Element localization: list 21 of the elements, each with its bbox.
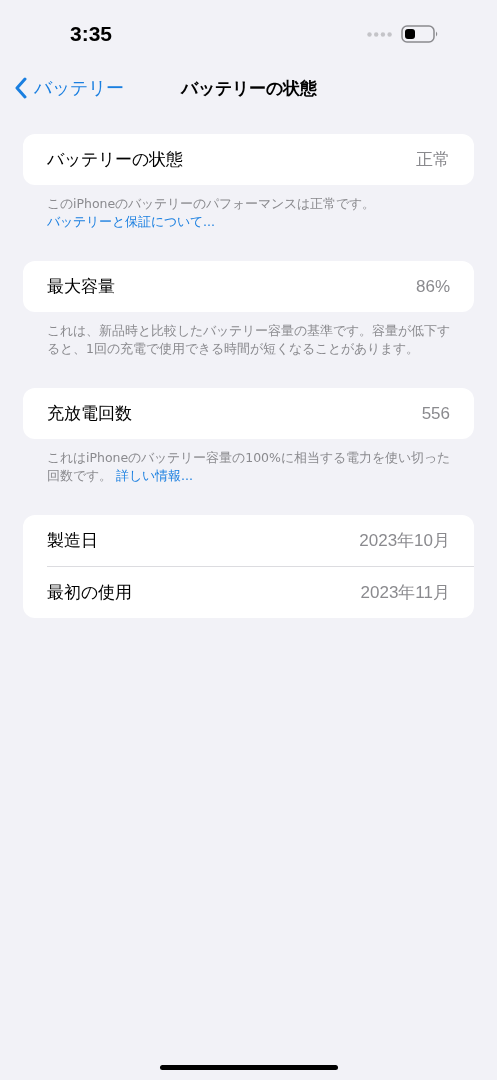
footer-text: これは、新品時と比較したバッテリー容量の基準です。容量が低下すると、1回の充電で使用できる時間が短くなることがあります。 [46,322,451,358]
battery-icon [401,25,439,43]
info-link[interactable]: バッテリーと保証について... [47,214,215,229]
row-label: 製造日 [47,529,98,552]
row-value: 正常 [416,149,450,171]
info-link[interactable]: 詳しい情報... [116,468,193,483]
row-label: 最初の使用 [47,581,132,604]
row-value: 2023年11月 [360,582,450,604]
status-time: 3:35 [70,22,113,46]
signal-icon [367,31,393,37]
footer-text: このiPhoneのバッテリーのパフォーマンスは正常です。 バッテリーと保証について... [46,195,377,231]
chevron-left-icon [14,77,28,99]
row-value: 556 [421,403,450,424]
row-label: 充放電回数 [47,402,132,425]
back-button[interactable]: バッテリー [14,76,124,100]
row-value: 86% [415,276,450,297]
row-value: 2023年10月 [359,530,450,552]
footer-text: これはiPhoneのバッテリー容量の100%に相当する電力を使い切った回数です。 詳しい情報... [46,449,451,485]
page-title: バッテリーの状態 [180,77,317,98]
row-label: 最大容量 [47,275,115,298]
row-label: バッテリーの状態 [47,148,183,171]
